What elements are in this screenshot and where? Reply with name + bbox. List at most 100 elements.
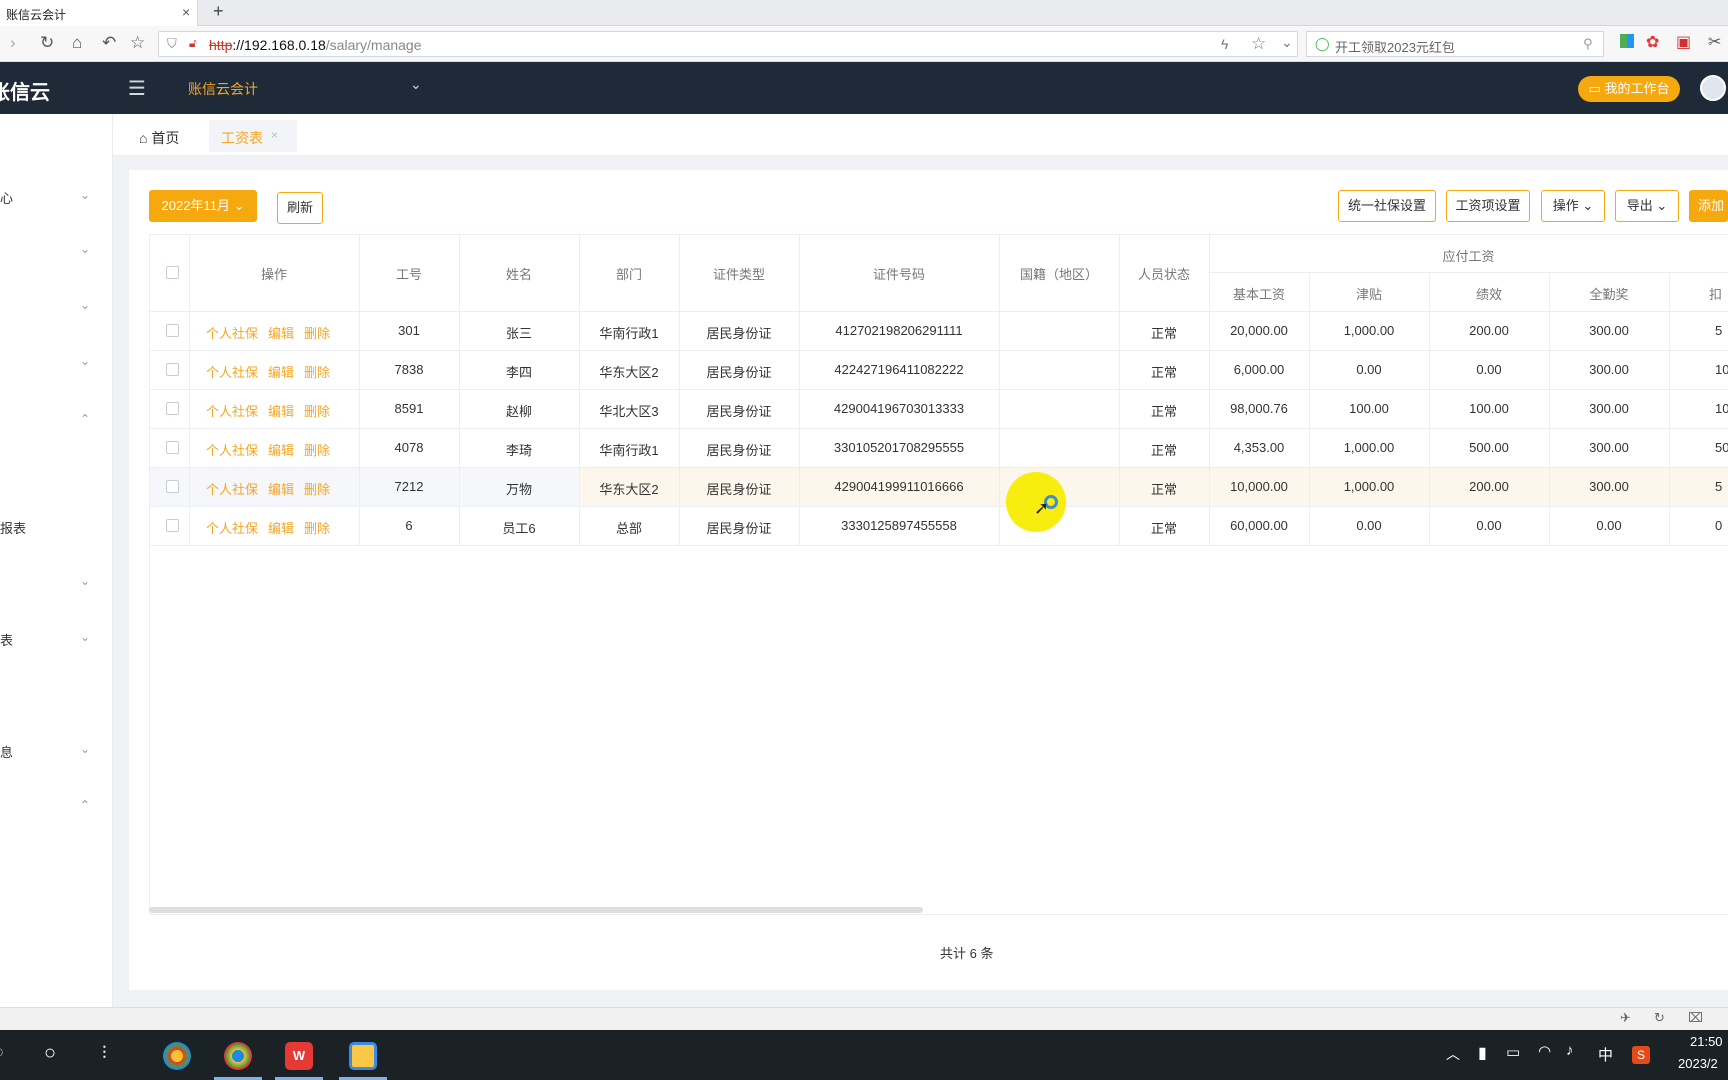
- column-header-id-type[interactable]: 证件类型: [679, 264, 799, 283]
- task-view-icon[interactable]: ⫶: [102, 1043, 107, 1064]
- search-icon[interactable]: ⚲: [1583, 36, 1593, 52]
- chevron-down-icon[interactable]: ⌄: [410, 76, 422, 93]
- file-explorer-icon[interactable]: [349, 1042, 377, 1070]
- sidebar-item-6[interactable]: 报表: [0, 518, 113, 538]
- extension-icon[interactable]: ▣: [1676, 32, 1691, 52]
- clock-date[interactable]: 2023/2: [1678, 1056, 1718, 1071]
- apps-icon[interactable]: [1620, 34, 1634, 48]
- sidebar-item-4[interactable]: ⌄: [0, 354, 113, 374]
- column-header-deduction[interactable]: 扣: [1669, 284, 1728, 303]
- column-header-department[interactable]: 部门: [579, 264, 679, 283]
- sidebar-item-9[interactable]: 息 ⌄: [0, 742, 113, 762]
- sidebar-item-7[interactable]: ⌄: [0, 574, 113, 594]
- sidebar-item-3[interactable]: ⌄: [0, 298, 113, 318]
- close-tab-icon[interactable]: ×: [182, 4, 190, 20]
- period-selector[interactable]: 2022年11月 ⌄: [149, 190, 257, 222]
- trash-icon[interactable]: ⌧: [1688, 1010, 1703, 1026]
- delete-link[interactable]: 删除: [304, 365, 330, 380]
- delete-link[interactable]: 删除: [304, 443, 330, 458]
- battery-icon[interactable]: ▭: [1506, 1043, 1520, 1061]
- column-header-allowance[interactable]: 津贴: [1309, 284, 1429, 303]
- sidebar-item-8[interactable]: 表 ⌄: [0, 630, 113, 650]
- new-tab-icon[interactable]: +: [213, 1, 224, 22]
- delete-link[interactable]: 删除: [304, 482, 330, 497]
- chevron-up-icon[interactable]: ︿: [1446, 1044, 1460, 1064]
- address-bar[interactable]: ⛉ 🔓︎ http://192.168.0.18/salary/manage ϟ…: [158, 31, 1298, 57]
- browser-search-input[interactable]: ◯ 开工领取2023元红包 ⚲: [1306, 31, 1604, 57]
- pin-icon[interactable]: ✈: [1620, 1010, 1631, 1026]
- sidebar-item-1[interactable]: 心 ⌄: [0, 188, 113, 208]
- wps-icon[interactable]: W: [285, 1042, 313, 1070]
- row-checkbox[interactable]: [166, 402, 179, 415]
- sidebar-item-2[interactable]: ⌄: [0, 242, 113, 262]
- search-icon[interactable]: ○: [44, 1042, 56, 1065]
- sogou-input-icon[interactable]: S: [1632, 1046, 1650, 1064]
- scissors-icon[interactable]: ✂: [1708, 32, 1721, 52]
- horizontal-scrollbar[interactable]: [149, 907, 923, 913]
- browser-alt-icon[interactable]: [224, 1042, 252, 1070]
- table-row[interactable]: 个人社保 编辑 删除 301 张三 华南行政1 居民身份证 41270219820629111…: [149, 311, 1728, 350]
- menu-toggle-icon[interactable]: ☰: [128, 76, 146, 101]
- refresh-button[interactable]: 刷新: [277, 192, 323, 224]
- browser-icon[interactable]: [163, 1042, 191, 1070]
- column-header-attendance[interactable]: 全勤奖: [1549, 284, 1669, 303]
- social-security-link[interactable]: 个人社保: [206, 482, 258, 497]
- add-employee-button[interactable]: 添加员工: [1689, 190, 1728, 222]
- social-security-link[interactable]: 个人社保: [206, 443, 258, 458]
- lightning-icon[interactable]: ϟ: [1221, 36, 1228, 52]
- column-header-performance[interactable]: 绩效: [1429, 284, 1549, 303]
- browser-tab[interactable]: 账信云会计 ×: [0, 0, 198, 26]
- undo-icon[interactable]: ↶: [102, 33, 116, 53]
- social-security-link[interactable]: 个人社保: [206, 365, 258, 380]
- column-header-id-number[interactable]: 证件号码: [799, 264, 999, 283]
- delete-link[interactable]: 删除: [304, 404, 330, 419]
- table-row[interactable]: 个人社保 编辑 删除 8591 赵柳 华北大区3 居民身份证 4290041967030133…: [149, 389, 1728, 428]
- forward-icon[interactable]: ›: [10, 33, 16, 53]
- table-row[interactable]: 个人社保 编辑 删除 7838 李四 华东大区2 居民身份证 4224271964110822…: [149, 350, 1728, 389]
- select-all-checkbox[interactable]: [166, 266, 179, 279]
- avatar[interactable]: [1700, 75, 1726, 101]
- wifi-icon[interactable]: ◠: [1538, 1042, 1551, 1060]
- column-header-employee-id[interactable]: 工号: [359, 264, 459, 283]
- volume-icon[interactable]: ♪: [1566, 1042, 1574, 1059]
- reload-icon[interactable]: ↻: [40, 33, 54, 53]
- dropdown-icon[interactable]: ⌄: [1281, 34, 1293, 51]
- company-selector[interactable]: 账信云会计: [188, 79, 258, 99]
- salary-items-settings-button[interactable]: 工资项设置: [1446, 190, 1530, 222]
- sidebar-item-10[interactable]: ⌃: [0, 798, 113, 818]
- social-security-link[interactable]: 个人社保: [206, 404, 258, 419]
- favorite-icon[interactable]: ☆: [1251, 34, 1266, 54]
- row-checkbox[interactable]: [166, 480, 179, 493]
- sidebar-item-5[interactable]: ⌃: [0, 412, 113, 432]
- row-checkbox[interactable]: [166, 363, 179, 376]
- start-icon[interactable]: ◌: [0, 1044, 4, 1062]
- edit-link[interactable]: 编辑: [268, 404, 294, 419]
- bookmark-star-icon[interactable]: ☆: [130, 33, 145, 53]
- operation-dropdown[interactable]: 操作 ⌄: [1541, 190, 1605, 222]
- ime-indicator[interactable]: 中: [1598, 1044, 1613, 1065]
- social-security-link[interactable]: 个人社保: [206, 521, 258, 536]
- tab-home[interactable]: ⌂ 首页: [139, 128, 179, 148]
- game-icon[interactable]: ✿: [1646, 32, 1659, 52]
- edit-link[interactable]: 编辑: [268, 482, 294, 497]
- close-icon[interactable]: ×: [271, 128, 278, 142]
- microphone-icon[interactable]: ▮: [1478, 1043, 1487, 1063]
- table-row[interactable]: 个人社保 编辑 删除 4078 李琦 华南行政1 居民身份证 3301052017082955…: [149, 428, 1728, 467]
- column-header-base-salary[interactable]: 基本工资: [1209, 284, 1309, 303]
- export-dropdown[interactable]: 导出 ⌄: [1615, 190, 1679, 222]
- social-security-link[interactable]: 个人社保: [206, 326, 258, 341]
- row-checkbox[interactable]: [166, 519, 179, 532]
- delete-link[interactable]: 删除: [304, 521, 330, 536]
- delete-link[interactable]: 删除: [304, 326, 330, 341]
- tab-salary[interactable]: 工资表 ×: [209, 120, 297, 152]
- row-checkbox[interactable]: [166, 441, 179, 454]
- edit-link[interactable]: 编辑: [268, 521, 294, 536]
- edit-link[interactable]: 编辑: [268, 443, 294, 458]
- column-header-status[interactable]: 人员状态: [1119, 264, 1209, 283]
- social-security-settings-button[interactable]: 统一社保设置: [1338, 190, 1436, 222]
- home-icon[interactable]: ⌂: [72, 33, 82, 53]
- column-header-name[interactable]: 姓名: [459, 264, 579, 283]
- edit-link[interactable]: 编辑: [268, 326, 294, 341]
- clock-time[interactable]: 21:50: [1690, 1034, 1723, 1049]
- workbench-button[interactable]: ▭ 我的工作台: [1578, 76, 1680, 102]
